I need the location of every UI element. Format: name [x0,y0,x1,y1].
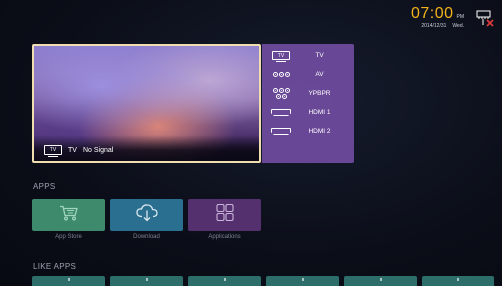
grid-icon [215,203,235,228]
tv-home-screen: 07:00 PM 2014/12/31 Wed. TV TV No Signal… [0,0,502,286]
apps-section-title: APPS [33,182,56,191]
tv-icon: TV [272,51,290,62]
ypbpr-icon [265,88,297,99]
source-item-hdmi1[interactable]: HDMI 1 [262,103,354,122]
app-caption-app-store: App Store [55,234,82,240]
source-label: TV [315,52,324,59]
like-apps-section-title: LIKE APPS [33,262,77,271]
source-label: YPBPR [308,90,331,97]
preview-source-label: TV TV No Signal [44,145,114,157]
preview-source: TV [68,146,77,154]
source-label: HDMI 1 [308,109,331,116]
hdmi-icon [271,128,291,135]
network-disconnected-icon [476,9,494,27]
clock-time: 07:00 [410,5,454,22]
source-label: HDMI 2 [308,128,331,135]
like-app-tile[interactable] [266,276,339,286]
clock: 07:00 PM 2014/12/31 Wed. [410,5,465,30]
like-app-tile[interactable] [422,276,494,286]
source-label: AV [315,71,324,78]
like-app-tile[interactable] [344,276,417,286]
source-item-tv[interactable]: TV TV [262,46,354,65]
source-item-hdmi2[interactable]: HDMI 2 [262,122,354,141]
tv-icon: TV [44,145,62,157]
input-source-list: TV TV AV YPBPR HDMI 1 HDMI 2 [262,44,354,163]
like-app-tile[interactable] [188,276,261,286]
app-caption-applications: Applications [208,234,241,240]
clock-date: 2014/12/31 [421,23,447,29]
cloud-download-icon [135,203,159,228]
clock-ampm: PM [456,14,465,20]
like-app-tile[interactable] [110,276,183,286]
source-item-ypbpr[interactable]: YPBPR [262,84,354,103]
source-item-av[interactable]: AV [262,65,354,84]
like-app-tile[interactable] [32,276,105,286]
app-tile-download[interactable] [110,199,183,231]
app-caption-download: Download [133,234,160,240]
status-bar: 07:00 PM 2014/12/31 Wed. [411,6,494,29]
app-tile-applications[interactable] [188,199,261,231]
av-icon [265,72,297,77]
hdmi-icon [271,109,291,116]
preview-status: No Signal [82,146,114,154]
shopping-cart-icon [58,204,80,227]
clock-weekday: Wed. [452,23,464,29]
tv-preview-window[interactable]: TV TV No Signal [32,44,261,163]
app-tile-app-store[interactable] [32,199,105,231]
